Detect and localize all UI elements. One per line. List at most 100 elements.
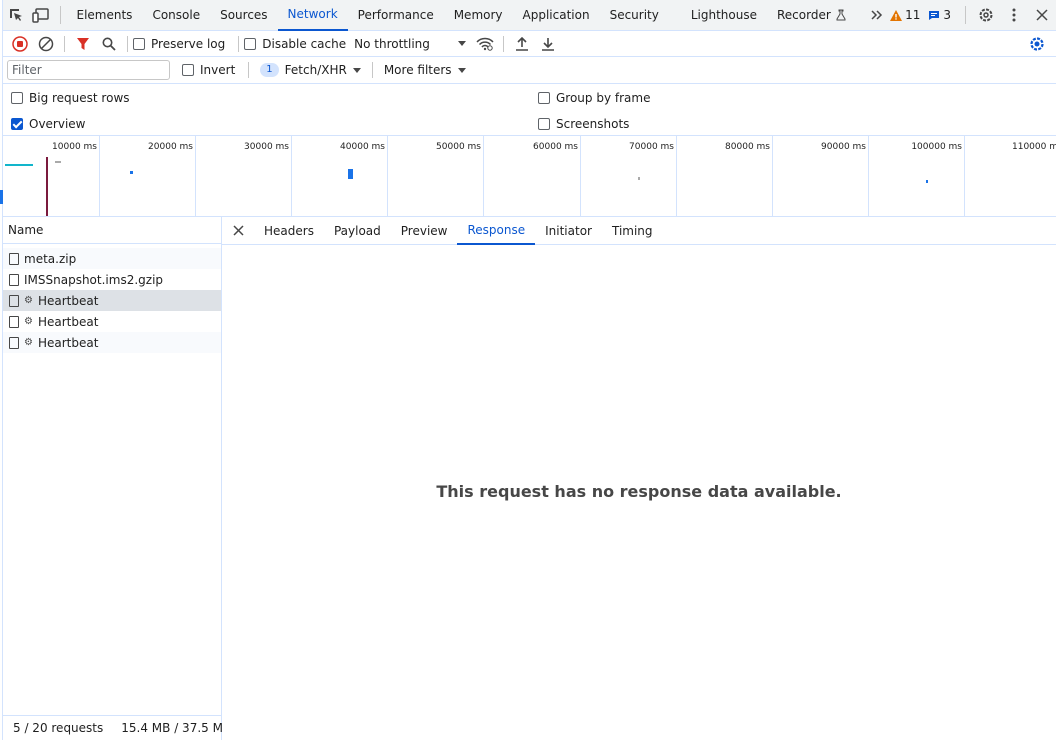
screenshots-box[interactable] bbox=[538, 118, 550, 130]
overview-request-bar bbox=[348, 169, 353, 179]
tab-console[interactable]: Console bbox=[142, 0, 210, 31]
overview-gridline bbox=[99, 136, 100, 216]
more-tabs-icon[interactable] bbox=[865, 0, 890, 31]
throttling-select[interactable]: No throttling bbox=[354, 37, 472, 51]
request-row[interactable]: ⚙ Heartbeat bbox=[3, 332, 221, 353]
messages-badge[interactable]: 3 bbox=[928, 8, 951, 22]
tabbar-right: 11 3 bbox=[890, 0, 1056, 31]
group-by-frame-box[interactable] bbox=[538, 92, 550, 104]
tab-headers[interactable]: Headers bbox=[254, 217, 324, 245]
tab-elements[interactable]: Elements bbox=[67, 0, 143, 31]
service-worker-gear-icon: ⚙ bbox=[24, 295, 33, 306]
name-column-header[interactable]: Name bbox=[3, 217, 221, 244]
overview-tick-label: 20000 ms bbox=[148, 142, 193, 152]
toolbar-separator bbox=[502, 35, 504, 52]
request-name: meta.zip bbox=[24, 251, 77, 266]
message-icon bbox=[929, 10, 940, 20]
warning-icon bbox=[890, 9, 903, 21]
overview-timeline[interactable]: 10000 ms 20000 ms 30000 ms 40000 ms 5000… bbox=[3, 136, 1056, 217]
settings-gear-icon[interactable] bbox=[972, 0, 1000, 31]
file-icon bbox=[9, 273, 19, 286]
overview-request-bar bbox=[55, 161, 61, 163]
overview-request-bar bbox=[5, 164, 33, 166]
big-request-rows-box[interactable] bbox=[11, 92, 23, 104]
file-icon bbox=[9, 252, 19, 265]
screenshots-checkbox[interactable]: Screenshots bbox=[538, 117, 629, 131]
tab-performance[interactable]: Performance bbox=[348, 0, 444, 31]
request-row[interactable]: ⚙ Heartbeat bbox=[3, 311, 221, 332]
invert-checkbox[interactable]: Invert bbox=[182, 63, 235, 77]
big-request-rows-label: Big request rows bbox=[29, 91, 130, 105]
overview-tick-label: 110000 ms bbox=[1012, 142, 1056, 152]
export-har-download-icon[interactable] bbox=[535, 31, 561, 57]
file-icon bbox=[9, 336, 19, 349]
record-stop-icon[interactable] bbox=[7, 31, 33, 57]
request-row[interactable]: meta.zip bbox=[3, 248, 221, 269]
search-icon[interactable] bbox=[96, 31, 122, 57]
disable-cache-checkbox[interactable]: Disable cache bbox=[244, 37, 346, 51]
tab-payload[interactable]: Payload bbox=[324, 217, 391, 245]
network-options: Big request rows Overview Group by frame… bbox=[3, 84, 1056, 136]
tab-network[interactable]: Network bbox=[277, 0, 348, 31]
more-filters-dropdown[interactable]: More filters bbox=[378, 63, 472, 77]
tabbar-separator-right bbox=[965, 6, 966, 24]
big-request-rows-checkbox[interactable]: Big request rows bbox=[11, 91, 130, 105]
tab-lighthouse[interactable]: Lighthouse bbox=[669, 0, 767, 31]
network-conditions-wifi-icon[interactable] bbox=[472, 31, 498, 57]
preserve-log-checkbox[interactable]: Preserve log bbox=[133, 37, 225, 51]
warnings-badge[interactable]: 11 bbox=[890, 8, 920, 22]
tab-recorder[interactable]: Recorder bbox=[767, 0, 851, 31]
request-row[interactable]: IMSSnapshot.ims2.gzip bbox=[3, 269, 221, 290]
overview-box[interactable] bbox=[11, 118, 23, 130]
invert-label: Invert bbox=[200, 63, 236, 77]
tab-initiator[interactable]: Initiator bbox=[535, 217, 602, 245]
inspect-element-icon[interactable] bbox=[3, 0, 28, 31]
close-devtools-icon[interactable] bbox=[1028, 0, 1056, 31]
overview-gridline bbox=[964, 136, 965, 216]
network-settings-gear-icon[interactable] bbox=[1024, 31, 1050, 57]
close-detail-icon[interactable] bbox=[222, 217, 254, 245]
tab-memory[interactable]: Memory bbox=[444, 0, 513, 31]
tab-security[interactable]: Security bbox=[600, 0, 669, 31]
throttling-value: No throttling bbox=[354, 36, 430, 51]
device-toolbar-icon[interactable] bbox=[28, 0, 53, 31]
filter-row: Invert 1 Fetch/XHR More filters bbox=[3, 57, 1056, 84]
tab-timing[interactable]: Timing bbox=[602, 217, 663, 245]
file-icon bbox=[9, 315, 19, 328]
filter-separator bbox=[371, 62, 373, 78]
preserve-log-label: Preserve log bbox=[151, 36, 226, 51]
request-name: IMSSnapshot.ims2.gzip bbox=[24, 272, 164, 287]
overview-checkbox[interactable]: Overview bbox=[11, 117, 86, 131]
import-har-upload-icon[interactable] bbox=[509, 31, 535, 57]
resource-type-filter[interactable]: 1 Fetch/XHR bbox=[254, 63, 367, 77]
group-by-frame-checkbox[interactable]: Group by frame bbox=[538, 91, 650, 105]
overview-tick-label: 70000 ms bbox=[629, 142, 674, 152]
chevron-down-icon bbox=[352, 67, 361, 73]
devtools-tabbar: Elements Console Sources Network Perform… bbox=[3, 0, 1056, 31]
tab-preview[interactable]: Preview bbox=[391, 217, 458, 245]
overview-tick-label: 90000 ms bbox=[821, 142, 866, 152]
filter-funnel-icon[interactable] bbox=[70, 31, 96, 57]
more-filters-label: More filters bbox=[383, 63, 452, 77]
tab-sources[interactable]: Sources bbox=[210, 0, 277, 31]
filter-separator bbox=[248, 62, 250, 78]
tab-application[interactable]: Application bbox=[513, 0, 600, 31]
request-count: 5 / 20 requests bbox=[13, 721, 104, 735]
messages-count: 3 bbox=[943, 8, 951, 22]
request-name: Heartbeat bbox=[37, 293, 99, 308]
tab-response[interactable]: Response bbox=[457, 217, 536, 245]
disable-cache-box[interactable] bbox=[244, 37, 257, 50]
filter-input[interactable] bbox=[7, 60, 170, 80]
invert-box[interactable] bbox=[182, 64, 194, 76]
request-detail-pane: Headers Payload Preview Response Initiat… bbox=[222, 217, 1056, 740]
group-by-frame-label: Group by frame bbox=[556, 91, 651, 105]
service-worker-gear-icon: ⚙ bbox=[24, 337, 33, 348]
detail-tabs: Headers Payload Preview Response Initiat… bbox=[222, 217, 1056, 245]
clear-icon[interactable] bbox=[33, 31, 59, 57]
name-column-label: Name bbox=[8, 223, 44, 237]
request-row-selected[interactable]: ⚙ Heartbeat bbox=[3, 290, 221, 311]
kebab-menu-icon[interactable] bbox=[1000, 0, 1028, 31]
preserve-log-box[interactable] bbox=[133, 37, 145, 50]
file-icon bbox=[9, 294, 19, 307]
request-name: Heartbeat bbox=[37, 335, 99, 350]
